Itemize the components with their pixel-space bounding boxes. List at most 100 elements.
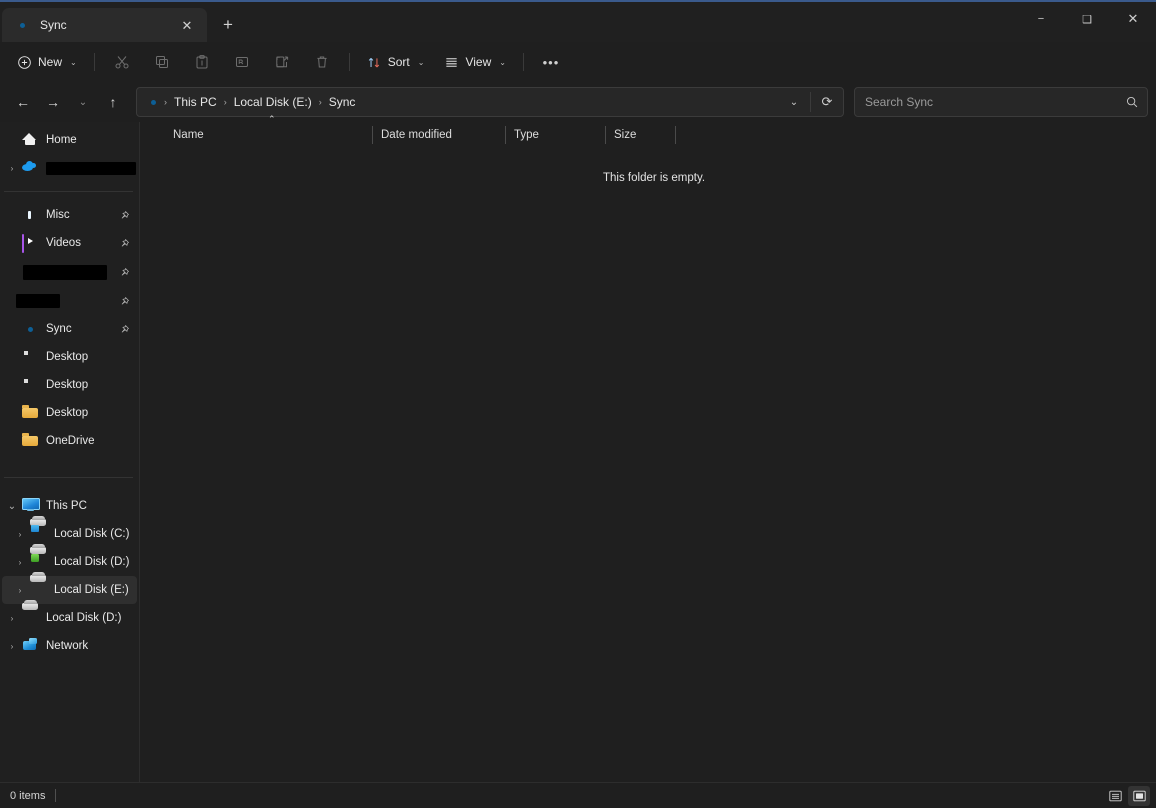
drive-icon xyxy=(30,582,46,598)
sort-button[interactable]: Sort ⌄ xyxy=(358,47,434,77)
navigation-pane[interactable]: Home › Misc Videos Sync Desktop Desktop … xyxy=(0,122,140,782)
sidebar-item-label-redacted xyxy=(23,264,107,280)
pin-icon[interactable] xyxy=(117,238,131,249)
sidebar-item-home[interactable]: Home xyxy=(2,126,137,154)
sidebar-item-desktop-3[interactable]: Desktop xyxy=(2,399,137,427)
copy-button[interactable] xyxy=(143,47,181,77)
sidebar-item-videos[interactable]: Videos xyxy=(2,229,137,257)
view-toggle-group xyxy=(1104,785,1150,806)
window-controls: − ❑ ✕ xyxy=(1018,2,1156,36)
sidebar-item-label: Home xyxy=(46,134,77,146)
sort-button-label: Sort xyxy=(387,55,410,69)
column-header-type[interactable]: Type xyxy=(505,122,605,148)
drive-icon xyxy=(22,610,38,626)
recent-locations-button[interactable]: ⌄ xyxy=(68,87,98,117)
network-icon xyxy=(22,638,38,654)
up-button[interactable]: ↑ xyxy=(98,87,128,117)
address-dropdown-button[interactable]: ⌄ xyxy=(780,89,808,115)
sidebar-item-local-disk-d-2[interactable]: › Local Disk (D:) xyxy=(2,604,137,632)
refresh-button[interactable]: ⟳ xyxy=(813,89,841,115)
folder-icon xyxy=(22,433,38,449)
rename-icon xyxy=(235,57,248,67)
more-options-button[interactable]: ••• xyxy=(532,47,570,77)
chevron-right-icon[interactable]: › xyxy=(2,614,22,623)
sidebar-item-local-disk-e[interactable]: › Local Disk (E:) xyxy=(2,576,137,604)
breadcrumb-item-sync[interactable]: Sync xyxy=(323,92,362,112)
sidebar-item-local-disk-d-1[interactable]: › Local Disk (D:) xyxy=(2,548,137,576)
desktop-icon xyxy=(22,377,38,393)
view-button[interactable]: View ⌄ xyxy=(435,47,515,77)
status-divider xyxy=(55,789,57,802)
chevron-right-icon[interactable]: › xyxy=(2,164,22,173)
chevron-right-icon[interactable]: › xyxy=(2,642,22,651)
sidebar-item-misc[interactable]: Misc xyxy=(2,201,137,229)
tab-sync[interactable]: Sync ✕ xyxy=(2,8,207,42)
pin-icon[interactable] xyxy=(117,296,131,307)
pc-icon xyxy=(22,498,38,514)
pin-icon[interactable] xyxy=(117,210,131,221)
content-pane: Name ⌃ Date modified Type Size This fold… xyxy=(140,114,1156,782)
share-button[interactable] xyxy=(263,47,301,77)
rename-button[interactable] xyxy=(223,47,261,77)
file-list[interactable]: This folder is empty. xyxy=(140,148,1156,782)
sidebar-item-onedrive[interactable]: OneDrive xyxy=(2,427,137,455)
close-window-button[interactable]: ✕ xyxy=(1110,2,1156,36)
chevron-right-icon[interactable]: › xyxy=(10,586,30,595)
sidebar-item-label: Desktop xyxy=(46,379,89,391)
sidebar-item-desktop-2[interactable]: Desktop xyxy=(2,371,137,399)
sidebar-item-local-disk-c[interactable]: › Local Disk (C:) xyxy=(2,520,137,548)
delete-button[interactable] xyxy=(303,47,341,77)
drive-green-icon xyxy=(30,554,46,570)
toolbar-divider-1 xyxy=(93,53,95,71)
close-tab-icon[interactable]: ✕ xyxy=(175,13,199,37)
forward-button[interactable]: → xyxy=(38,87,68,117)
column-label: Size xyxy=(614,129,637,141)
cut-button[interactable] xyxy=(103,47,141,77)
paste-button[interactable] xyxy=(183,47,221,77)
address-bar[interactable]: › This PC › Local Disk (E:) › Sync ⌄ ⟳ xyxy=(136,87,844,117)
search-input[interactable]: Search Sync xyxy=(865,95,1125,109)
column-headers: Name ⌃ Date modified Type Size xyxy=(140,114,1156,148)
tab-label: Sync xyxy=(40,18,67,32)
column-header-name[interactable]: Name ⌃ xyxy=(164,114,372,148)
chevron-right-icon[interactable]: › xyxy=(10,530,30,539)
column-header-date-modified[interactable]: Date modified xyxy=(372,122,505,148)
sync-icon xyxy=(22,321,38,337)
address-bar-actions: ⌄ ⟳ xyxy=(780,89,841,115)
chevron-right-icon[interactable]: › xyxy=(10,558,30,567)
pin-icon[interactable] xyxy=(117,324,131,335)
large-icons-view-button[interactable] xyxy=(1128,785,1150,806)
home-icon xyxy=(22,132,38,148)
minimize-button[interactable]: − xyxy=(1018,2,1064,36)
pin-icon[interactable] xyxy=(117,267,131,278)
item-count-label: 0 items xyxy=(10,789,46,802)
tab-strip: Sync ✕ + xyxy=(0,2,245,42)
sync-icon xyxy=(14,17,30,33)
back-button[interactable]: ← xyxy=(8,87,38,117)
sort-ascending-icon: ⌃ xyxy=(268,114,276,124)
sidebar-item-sync[interactable]: Sync xyxy=(2,315,137,343)
new-tab-button[interactable]: + xyxy=(211,8,245,42)
sidebar-item-desktop-1[interactable]: Desktop xyxy=(2,343,137,371)
sidebar-item-label: Local Disk (D:) xyxy=(54,556,130,568)
sidebar-item-onedrive-redacted[interactable]: › xyxy=(2,154,137,182)
trash-icon xyxy=(317,56,327,68)
maximize-button[interactable]: ❑ xyxy=(1064,2,1110,36)
new-button[interactable]: New ⌄ xyxy=(8,47,86,77)
breadcrumb-item-local-disk-e[interactable]: Local Disk (E:) xyxy=(228,92,318,112)
breadcrumb-item-this-pc[interactable]: This PC xyxy=(168,92,223,112)
search-box[interactable]: Search Sync xyxy=(854,87,1148,117)
details-view-icon xyxy=(1108,790,1122,801)
details-view-button[interactable] xyxy=(1104,786,1126,806)
sidebar-item-label: Network xyxy=(46,640,89,652)
empty-folder-message: This folder is empty. xyxy=(603,172,706,184)
drive-windows-icon xyxy=(30,525,46,542)
sidebar-item-network[interactable]: › Network xyxy=(2,632,137,660)
column-header-size[interactable]: Size xyxy=(605,122,675,148)
sidebar-item-redacted-2[interactable] xyxy=(2,287,137,315)
sidebar-item-label: Misc xyxy=(46,209,70,221)
sidebar-item-this-pc[interactable]: ⌄ This PC xyxy=(2,492,137,520)
title-bar: Sync ✕ + − ❑ ✕ xyxy=(0,2,1156,42)
sidebar-item-redacted-1[interactable] xyxy=(2,257,137,287)
chevron-down-icon[interactable]: ⌄ xyxy=(2,501,22,512)
